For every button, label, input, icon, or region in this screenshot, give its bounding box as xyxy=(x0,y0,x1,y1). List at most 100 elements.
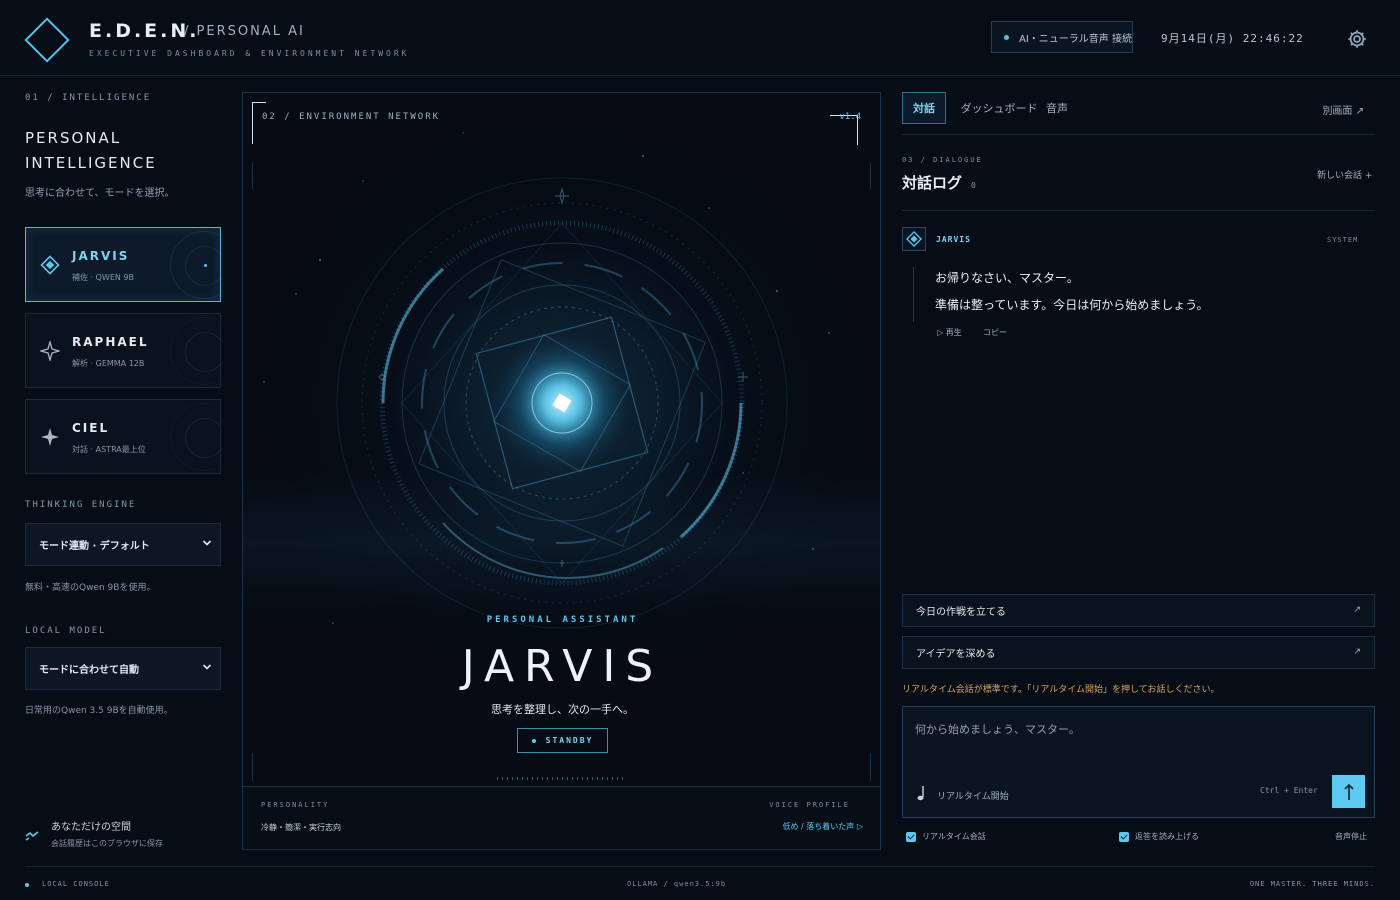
app-header: E.D.E.N. / PERSONAL AI EXECUTIVE DASHBOA… xyxy=(0,0,1400,76)
new-chat-button[interactable]: 新しい会話 + xyxy=(1317,168,1372,181)
thinking-engine-value: モード連動 · デフォルト xyxy=(39,541,150,552)
intelligence-section-label: 01 / INTELLIGENCE xyxy=(25,93,152,103)
local-model-value: モードに合わせて自動 xyxy=(39,665,139,676)
frame-line-bottom-right xyxy=(857,753,871,781)
logo-diamond-icon xyxy=(24,17,70,63)
arrow-up-right-icon: ↗ xyxy=(1353,647,1361,657)
persona-meta: 補佐 · QWEN 9B xyxy=(72,273,134,282)
brand-tagline: EXECUTIVE DASHBOARD & ENVIRONMENT NETWOR… xyxy=(89,49,410,58)
footer-motto: ONE MASTER. THREE MINDS. xyxy=(1249,880,1375,888)
persona-name: RAPHAEL xyxy=(72,335,149,349)
dialogue-section-label: 03 / DIALOGUE xyxy=(902,156,983,164)
app-footer: LOCAL CONSOLE OLLAMA / qwen3.5:9b ONE MA… xyxy=(25,866,1375,900)
message-composer: リアルタイム開始 Ctrl + Enter xyxy=(902,706,1375,818)
copy-message-button[interactable]: コピー xyxy=(983,327,1007,338)
star-outline-icon xyxy=(40,341,60,361)
connection-status: AI・ニューラル音声 接続 xyxy=(991,21,1133,53)
persona-card-raphael[interactable]: RAPHAEL 解析 · GEMMA 12B xyxy=(25,313,221,388)
frame-line-right xyxy=(857,163,871,189)
quick-action-label: 今日の作戦を立てる xyxy=(916,607,1006,618)
message-rail xyxy=(913,267,914,322)
quick-action-plan-today[interactable]: 今日の作戦を立てる ↗ xyxy=(902,594,1375,627)
arrow-up-right-icon: ↗ xyxy=(1353,605,1361,615)
thinking-engine-label: THINKING ENGINE xyxy=(25,500,137,510)
persona-ring-decoration xyxy=(170,317,220,385)
footer-model-label: OLLAMA / qwen3.5:9b xyxy=(627,880,727,888)
thinking-engine-select[interactable]: モード連動 · デフォルト xyxy=(25,523,221,566)
persona-name: JARVIS xyxy=(72,249,130,263)
read-aloud-label: 返答を読み上げる xyxy=(1135,832,1199,841)
music-note-icon[interactable] xyxy=(915,784,929,802)
persona-card-ciel[interactable]: CIEL 対話 · ASTRA最上位 xyxy=(25,399,221,474)
console-status-dot-icon xyxy=(25,883,29,887)
tab-voice[interactable]: 音声 xyxy=(1042,92,1072,124)
assistant-name: JARVIS xyxy=(461,641,664,692)
gear-icon[interactable] xyxy=(1346,28,1368,50)
dialogue-count: 0 xyxy=(971,181,976,190)
frame-line-bottom-left xyxy=(252,753,266,781)
voice-profile-link[interactable]: 低め / 落ち着いた声 ▷ xyxy=(783,821,863,832)
dialogue-title: 対話ログ xyxy=(902,174,963,192)
persona-ring-decoration xyxy=(170,403,220,471)
version-label: v1.4 xyxy=(839,112,861,122)
assistant-profile-footer: PERSONALITY 冷静・簡潔・実行志向 VOICE PROFILE 低め … xyxy=(243,786,880,849)
local-model-select[interactable]: モードに合わせて自動 xyxy=(25,647,221,690)
message-text-line2: 準備は整っています。今日は何から始めましょう。 xyxy=(935,298,1209,312)
assistant-tagline: 思考を整理し、次の一手へ。 xyxy=(491,703,634,716)
realtime-hint: リアルタイム会話が標準です。「リアルタイム開始」を押してお話しください。 xyxy=(902,685,1220,695)
standby-status-badge: STANDBY xyxy=(517,728,608,753)
personality-value: 冷静・簡潔・実行志向 xyxy=(261,823,341,832)
brand-title: E.D.E.N. xyxy=(89,20,200,42)
local-model-label: LOCAL MODEL xyxy=(25,626,107,636)
standby-dot-icon xyxy=(531,738,536,743)
persona-name: CIEL xyxy=(72,421,110,435)
intelligence-description: 思考に合わせて、モードを選択。 xyxy=(25,188,175,199)
persona-meta: 解析 · GEMMA 12B xyxy=(72,359,145,368)
persona-card-jarvis[interactable]: JARVIS 補佐 · QWEN 9B xyxy=(25,227,221,302)
play-message-button[interactable]: ▷ 再生 xyxy=(937,327,962,338)
local-model-note: 日常用のQwen 3.5 9Bを自動使用。 xyxy=(25,706,173,716)
connection-status-text: AI・ニューラル音声 接続 xyxy=(1019,33,1132,45)
chevron-down-icon xyxy=(202,664,212,670)
intelligence-title: PERSONAL INTELLIGENCE xyxy=(25,126,157,176)
message-input[interactable] xyxy=(915,721,1355,761)
active-ring-dot xyxy=(204,264,207,267)
realtime-chat-label: リアルタイム会話 xyxy=(922,832,986,841)
right-panel-tabs: 対話 ダッシュボード 音声 別画面 ↗ xyxy=(902,92,1375,135)
message-text-line1: お帰りなさい、マスター。 xyxy=(935,271,1079,285)
checkbox-checked-icon xyxy=(1119,831,1129,842)
datetime: 9月14日(月) 22:46:22 xyxy=(1161,32,1304,45)
checkbox-checked-icon xyxy=(906,831,916,842)
send-button[interactable] xyxy=(1332,775,1365,808)
intelligence-title-line1: PERSONAL xyxy=(25,129,122,147)
tab-dashboard[interactable]: ダッシュボード xyxy=(956,92,1042,124)
standby-status-text: STANDBY xyxy=(545,736,594,745)
message-role: SYSTEM xyxy=(1327,236,1359,244)
chevron-down-icon xyxy=(202,540,212,546)
voice-profile-label: VOICE PROFILE xyxy=(769,801,850,809)
lightning-icon xyxy=(25,831,39,841)
quick-action-deepen-ideas[interactable]: アイデアを深める ↗ xyxy=(902,636,1375,669)
thinking-engine-note: 無料・高速のQwen 9Bを使用。 xyxy=(25,583,156,593)
send-shortcut-hint: Ctrl + Enter xyxy=(1260,786,1318,795)
diamond-icon xyxy=(40,255,60,275)
star-filled-icon xyxy=(41,428,59,446)
private-space-subtitle: 会話履歴はこのブラウザに保存 xyxy=(51,839,163,848)
personality-label: PERSONALITY xyxy=(261,801,330,809)
arrow-up-icon xyxy=(1343,783,1354,800)
tick-scale-decoration xyxy=(497,777,627,780)
read-aloud-checkbox[interactable]: 返答を読み上げる xyxy=(1119,831,1199,842)
intelligence-title-line2: INTELLIGENCE xyxy=(25,154,157,172)
tab-dialogue[interactable]: 対話 xyxy=(902,92,946,124)
message-author: JARVIS xyxy=(936,235,971,244)
realtime-start-button[interactable]: リアルタイム開始 xyxy=(937,789,1009,802)
popout-window-link[interactable]: 別画面 ↗ xyxy=(1322,102,1364,117)
dialogue-divider xyxy=(902,210,1375,211)
frame-line-left xyxy=(252,163,266,189)
diamond-icon xyxy=(906,231,922,247)
message-avatar xyxy=(902,227,926,251)
environment-network-panel: 02 / ENVIRONMENT NETWORK v1.4 PERSONAL A… xyxy=(242,92,881,850)
realtime-chat-checkbox[interactable]: リアルタイム会話 xyxy=(906,831,986,842)
stop-voice-button[interactable]: 音声停止 xyxy=(1335,831,1367,842)
footer-console-label: LOCAL CONSOLE xyxy=(42,880,110,888)
